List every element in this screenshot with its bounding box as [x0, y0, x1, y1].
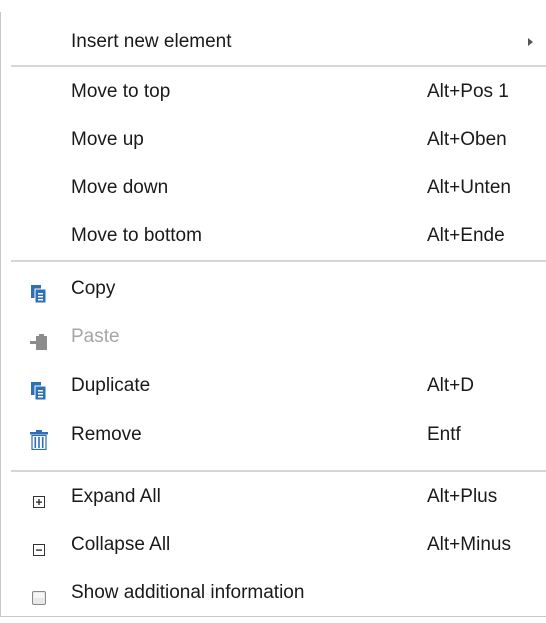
menu-item-copy[interactable]: Copy [1, 269, 546, 309]
menu-item-shortcut: Alt+Pos 1 [427, 81, 509, 102]
menu-item-label: Remove [71, 424, 142, 445]
menu-item-expand-all[interactable]: Expand All Alt+Plus [1, 477, 546, 517]
menu-item-collapse-all[interactable]: Collapse All Alt+Minus [1, 525, 546, 565]
menu-item-move-up[interactable]: Move up Alt+Oben [1, 120, 546, 160]
menu-item-shortcut: Alt+Unten [427, 177, 511, 198]
minus-box-icon [29, 535, 49, 556]
menu-item-shortcut: Alt+Ende [427, 225, 505, 246]
menu-item-insert-new-element[interactable]: Insert new element [1, 22, 546, 62]
menu-item-move-to-bottom[interactable]: Move to bottom Alt+Ende [1, 216, 546, 256]
menu-item-label: Collapse All [71, 534, 171, 555]
menu-item-paste[interactable]: Paste [1, 317, 546, 357]
menu-item-label: Move up [71, 129, 144, 150]
menu-item-shortcut: Alt+Minus [427, 534, 511, 555]
menu-separator [11, 65, 546, 67]
menu-item-label: Show additional information [71, 582, 305, 603]
menu-item-label: Move to top [71, 81, 171, 102]
menu-item-show-additional-information[interactable]: Show additional information [1, 573, 546, 613]
context-menu: Insert new element Move to top Alt+Pos 1… [0, 12, 546, 617]
menu-item-shortcut: Alt+D [427, 375, 474, 396]
menu-item-duplicate[interactable]: Duplicate Alt+D [1, 366, 546, 406]
trash-icon [29, 425, 49, 451]
menu-separator [11, 470, 546, 472]
duplicate-icon [29, 376, 49, 401]
menu-item-label: Move down [71, 177, 169, 198]
menu-item-remove[interactable]: Remove Entf [1, 415, 546, 455]
checkbox-icon[interactable] [29, 583, 49, 605]
menu-item-label: Duplicate [71, 375, 151, 396]
copy-icon [29, 279, 49, 304]
menu-item-shortcut: Entf [427, 424, 461, 445]
menu-item-label: Expand All [71, 486, 161, 507]
menu-item-shortcut: Alt+Oben [427, 129, 507, 150]
menu-item-move-to-top[interactable]: Move to top Alt+Pos 1 [1, 72, 546, 112]
menu-separator [11, 260, 546, 262]
paste-icon [29, 327, 49, 350]
menu-item-label: Insert new element [71, 31, 232, 52]
plus-box-icon [29, 487, 49, 508]
menu-item-move-down[interactable]: Move down Alt+Unten [1, 168, 546, 208]
menu-item-label: Paste [71, 326, 120, 347]
menu-item-shortcut: Alt+Plus [427, 486, 498, 507]
menu-item-label: Move to bottom [71, 225, 202, 246]
chevron-right-icon [528, 38, 533, 46]
menu-item-label: Copy [71, 278, 116, 299]
